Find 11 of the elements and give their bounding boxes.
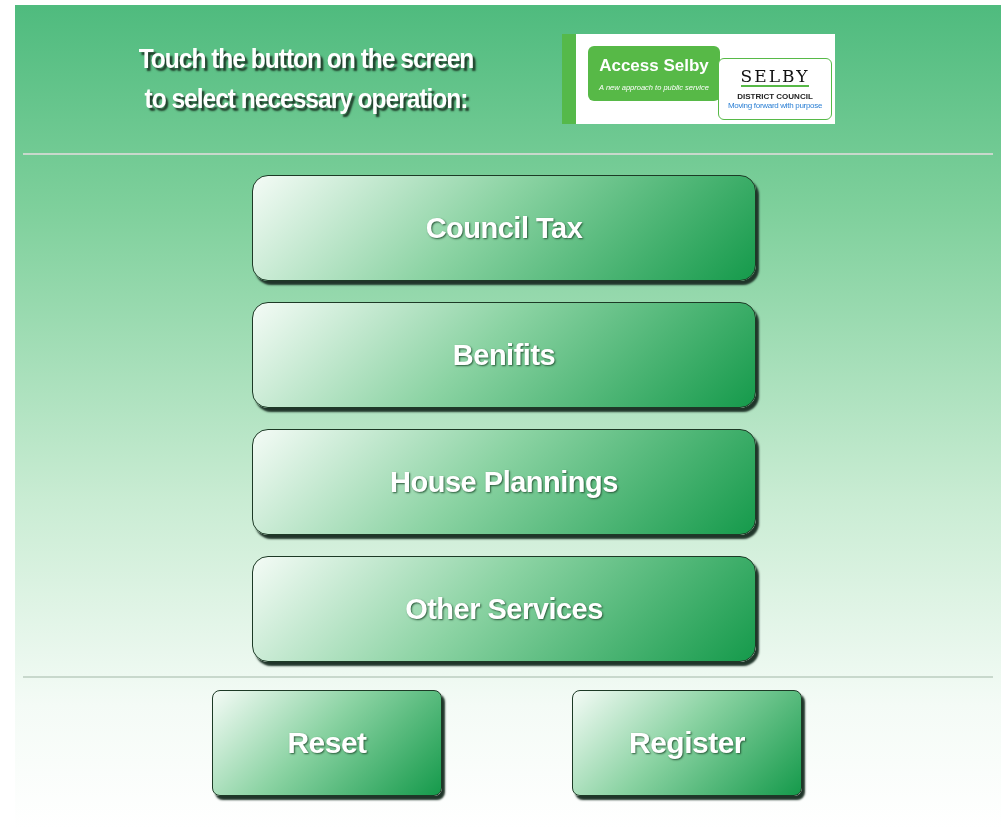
instruction-text: Touch the button on the screen to select necessary operation: [137,42,475,116]
council-motto: Moving forward with purpose [727,101,823,111]
menu-button[interactable]: Council Tax [252,175,756,281]
logo-title: Access Selby [599,55,709,76]
council-name: SELBY [740,67,810,87]
menu-button[interactable]: House Plannings [252,429,756,535]
menu-button[interactable]: Benifits [252,302,756,408]
action-button[interactable]: Reset [212,690,442,796]
action-button[interactable]: Register [572,690,802,796]
menu-button[interactable]: Other Services [252,556,756,662]
council-subtitle: DISTRICT COUNCIL [737,92,813,101]
